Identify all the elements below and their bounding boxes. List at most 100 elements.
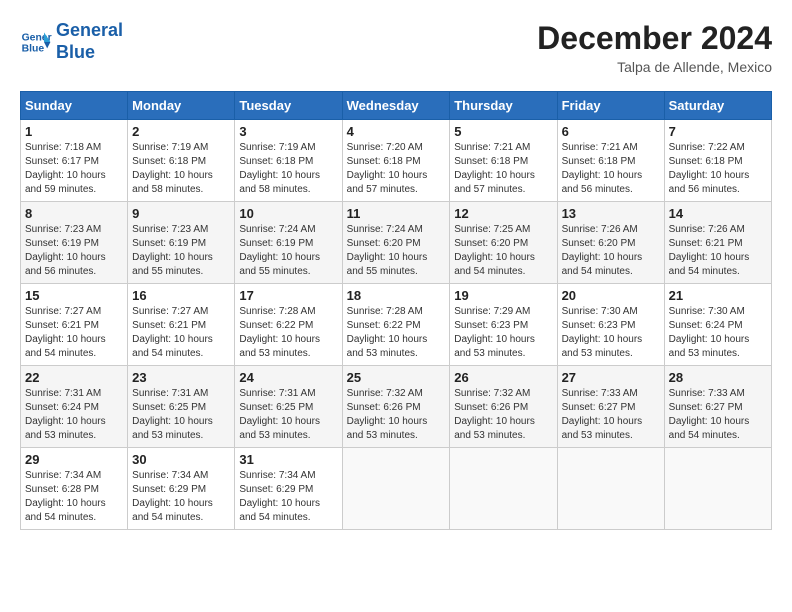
day-info: Sunrise: 7:31 AM Sunset: 6:25 PM Dayligh… — [132, 387, 230, 443]
calendar-cell: 25 Sunrise: 7:32 AM Sunset: 6:26 PM Dayl… — [342, 366, 450, 448]
calendar-cell: 31 Sunrise: 7:34 AM Sunset: 6:29 PM Dayl… — [235, 448, 342, 530]
day-info: Sunrise: 7:21 AM Sunset: 6:18 PM Dayligh… — [454, 141, 552, 197]
day-info: Sunrise: 7:34 AM Sunset: 6:29 PM Dayligh… — [239, 469, 337, 525]
calendar-cell: 21 Sunrise: 7:30 AM Sunset: 6:24 PM Dayl… — [664, 284, 771, 366]
day-info: Sunrise: 7:33 AM Sunset: 6:27 PM Dayligh… — [562, 387, 660, 443]
weekday-header: Monday — [128, 92, 235, 120]
calendar-cell: 4 Sunrise: 7:20 AM Sunset: 6:18 PM Dayli… — [342, 120, 450, 202]
calendar-cell: 23 Sunrise: 7:31 AM Sunset: 6:25 PM Dayl… — [128, 366, 235, 448]
day-info: Sunrise: 7:18 AM Sunset: 6:17 PM Dayligh… — [25, 141, 123, 197]
day-number: 20 — [562, 288, 660, 303]
day-number: 5 — [454, 124, 552, 139]
day-number: 26 — [454, 370, 552, 385]
day-info: Sunrise: 7:23 AM Sunset: 6:19 PM Dayligh… — [132, 223, 230, 279]
calendar-cell: 22 Sunrise: 7:31 AM Sunset: 6:24 PM Dayl… — [21, 366, 128, 448]
day-number: 2 — [132, 124, 230, 139]
day-number: 17 — [239, 288, 337, 303]
day-info: Sunrise: 7:19 AM Sunset: 6:18 PM Dayligh… — [132, 141, 230, 197]
day-info: Sunrise: 7:21 AM Sunset: 6:18 PM Dayligh… — [562, 141, 660, 197]
title-block: December 2024 Talpa de Allende, Mexico — [537, 20, 772, 75]
day-number: 25 — [347, 370, 446, 385]
calendar-cell — [342, 448, 450, 530]
day-info: Sunrise: 7:24 AM Sunset: 6:20 PM Dayligh… — [347, 223, 446, 279]
day-info: Sunrise: 7:19 AM Sunset: 6:18 PM Dayligh… — [239, 141, 337, 197]
day-info: Sunrise: 7:34 AM Sunset: 6:28 PM Dayligh… — [25, 469, 123, 525]
day-number: 15 — [25, 288, 123, 303]
day-info: Sunrise: 7:28 AM Sunset: 6:22 PM Dayligh… — [239, 305, 337, 361]
day-info: Sunrise: 7:26 AM Sunset: 6:21 PM Dayligh… — [669, 223, 767, 279]
calendar-cell: 13 Sunrise: 7:26 AM Sunset: 6:20 PM Dayl… — [557, 202, 664, 284]
day-number: 19 — [454, 288, 552, 303]
weekday-header: Wednesday — [342, 92, 450, 120]
calendar-cell: 11 Sunrise: 7:24 AM Sunset: 6:20 PM Dayl… — [342, 202, 450, 284]
day-info: Sunrise: 7:24 AM Sunset: 6:19 PM Dayligh… — [239, 223, 337, 279]
day-number: 30 — [132, 452, 230, 467]
day-number: 8 — [25, 206, 123, 221]
calendar-cell: 2 Sunrise: 7:19 AM Sunset: 6:18 PM Dayli… — [128, 120, 235, 202]
svg-text:Blue: Blue — [22, 43, 45, 54]
weekday-header-row: SundayMondayTuesdayWednesdayThursdayFrid… — [21, 92, 772, 120]
day-number: 12 — [454, 206, 552, 221]
calendar-cell: 27 Sunrise: 7:33 AM Sunset: 6:27 PM Dayl… — [557, 366, 664, 448]
calendar-cell: 6 Sunrise: 7:21 AM Sunset: 6:18 PM Dayli… — [557, 120, 664, 202]
day-info: Sunrise: 7:30 AM Sunset: 6:24 PM Dayligh… — [669, 305, 767, 361]
day-number: 7 — [669, 124, 767, 139]
calendar-cell: 12 Sunrise: 7:25 AM Sunset: 6:20 PM Dayl… — [450, 202, 557, 284]
location: Talpa de Allende, Mexico — [537, 59, 772, 75]
calendar-cell: 20 Sunrise: 7:30 AM Sunset: 6:23 PM Dayl… — [557, 284, 664, 366]
day-info: Sunrise: 7:23 AM Sunset: 6:19 PM Dayligh… — [25, 223, 123, 279]
day-number: 11 — [347, 206, 446, 221]
weekday-header: Thursday — [450, 92, 557, 120]
calendar-week-row: 29 Sunrise: 7:34 AM Sunset: 6:28 PM Dayl… — [21, 448, 772, 530]
calendar-week-row: 15 Sunrise: 7:27 AM Sunset: 6:21 PM Dayl… — [21, 284, 772, 366]
calendar-cell: 29 Sunrise: 7:34 AM Sunset: 6:28 PM Dayl… — [21, 448, 128, 530]
calendar-week-row: 8 Sunrise: 7:23 AM Sunset: 6:19 PM Dayli… — [21, 202, 772, 284]
calendar-cell: 18 Sunrise: 7:28 AM Sunset: 6:22 PM Dayl… — [342, 284, 450, 366]
calendar-cell: 3 Sunrise: 7:19 AM Sunset: 6:18 PM Dayli… — [235, 120, 342, 202]
day-info: Sunrise: 7:31 AM Sunset: 6:24 PM Dayligh… — [25, 387, 123, 443]
calendar-cell: 1 Sunrise: 7:18 AM Sunset: 6:17 PM Dayli… — [21, 120, 128, 202]
day-number: 28 — [669, 370, 767, 385]
day-number: 9 — [132, 206, 230, 221]
logo: General Blue General Blue — [20, 20, 123, 63]
calendar-cell: 28 Sunrise: 7:33 AM Sunset: 6:27 PM Dayl… — [664, 366, 771, 448]
calendar-cell: 9 Sunrise: 7:23 AM Sunset: 6:19 PM Dayli… — [128, 202, 235, 284]
calendar-week-row: 1 Sunrise: 7:18 AM Sunset: 6:17 PM Dayli… — [21, 120, 772, 202]
day-info: Sunrise: 7:26 AM Sunset: 6:20 PM Dayligh… — [562, 223, 660, 279]
day-info: Sunrise: 7:20 AM Sunset: 6:18 PM Dayligh… — [347, 141, 446, 197]
day-info: Sunrise: 7:27 AM Sunset: 6:21 PM Dayligh… — [132, 305, 230, 361]
calendar-cell: 30 Sunrise: 7:34 AM Sunset: 6:29 PM Dayl… — [128, 448, 235, 530]
day-info: Sunrise: 7:29 AM Sunset: 6:23 PM Dayligh… — [454, 305, 552, 361]
day-info: Sunrise: 7:25 AM Sunset: 6:20 PM Dayligh… — [454, 223, 552, 279]
day-number: 23 — [132, 370, 230, 385]
day-info: Sunrise: 7:34 AM Sunset: 6:29 PM Dayligh… — [132, 469, 230, 525]
logo-icon: General Blue — [20, 26, 52, 58]
page-header: General Blue General Blue December 2024 … — [20, 20, 772, 75]
calendar-cell: 10 Sunrise: 7:24 AM Sunset: 6:19 PM Dayl… — [235, 202, 342, 284]
day-info: Sunrise: 7:22 AM Sunset: 6:18 PM Dayligh… — [669, 141, 767, 197]
day-info: Sunrise: 7:33 AM Sunset: 6:27 PM Dayligh… — [669, 387, 767, 443]
calendar-cell: 8 Sunrise: 7:23 AM Sunset: 6:19 PM Dayli… — [21, 202, 128, 284]
calendar-cell: 15 Sunrise: 7:27 AM Sunset: 6:21 PM Dayl… — [21, 284, 128, 366]
calendar-cell — [664, 448, 771, 530]
day-info: Sunrise: 7:32 AM Sunset: 6:26 PM Dayligh… — [347, 387, 446, 443]
day-number: 29 — [25, 452, 123, 467]
calendar-cell — [450, 448, 557, 530]
day-number: 10 — [239, 206, 337, 221]
day-number: 21 — [669, 288, 767, 303]
calendar-cell: 17 Sunrise: 7:28 AM Sunset: 6:22 PM Dayl… — [235, 284, 342, 366]
weekday-header: Tuesday — [235, 92, 342, 120]
day-number: 31 — [239, 452, 337, 467]
calendar-cell — [557, 448, 664, 530]
weekday-header: Saturday — [664, 92, 771, 120]
day-number: 18 — [347, 288, 446, 303]
day-info: Sunrise: 7:27 AM Sunset: 6:21 PM Dayligh… — [25, 305, 123, 361]
calendar-cell: 14 Sunrise: 7:26 AM Sunset: 6:21 PM Dayl… — [664, 202, 771, 284]
weekday-header: Sunday — [21, 92, 128, 120]
day-number: 4 — [347, 124, 446, 139]
calendar-cell: 24 Sunrise: 7:31 AM Sunset: 6:25 PM Dayl… — [235, 366, 342, 448]
calendar-cell: 26 Sunrise: 7:32 AM Sunset: 6:26 PM Dayl… — [450, 366, 557, 448]
month-title: December 2024 — [537, 20, 772, 57]
day-info: Sunrise: 7:31 AM Sunset: 6:25 PM Dayligh… — [239, 387, 337, 443]
calendar-cell: 16 Sunrise: 7:27 AM Sunset: 6:21 PM Dayl… — [128, 284, 235, 366]
